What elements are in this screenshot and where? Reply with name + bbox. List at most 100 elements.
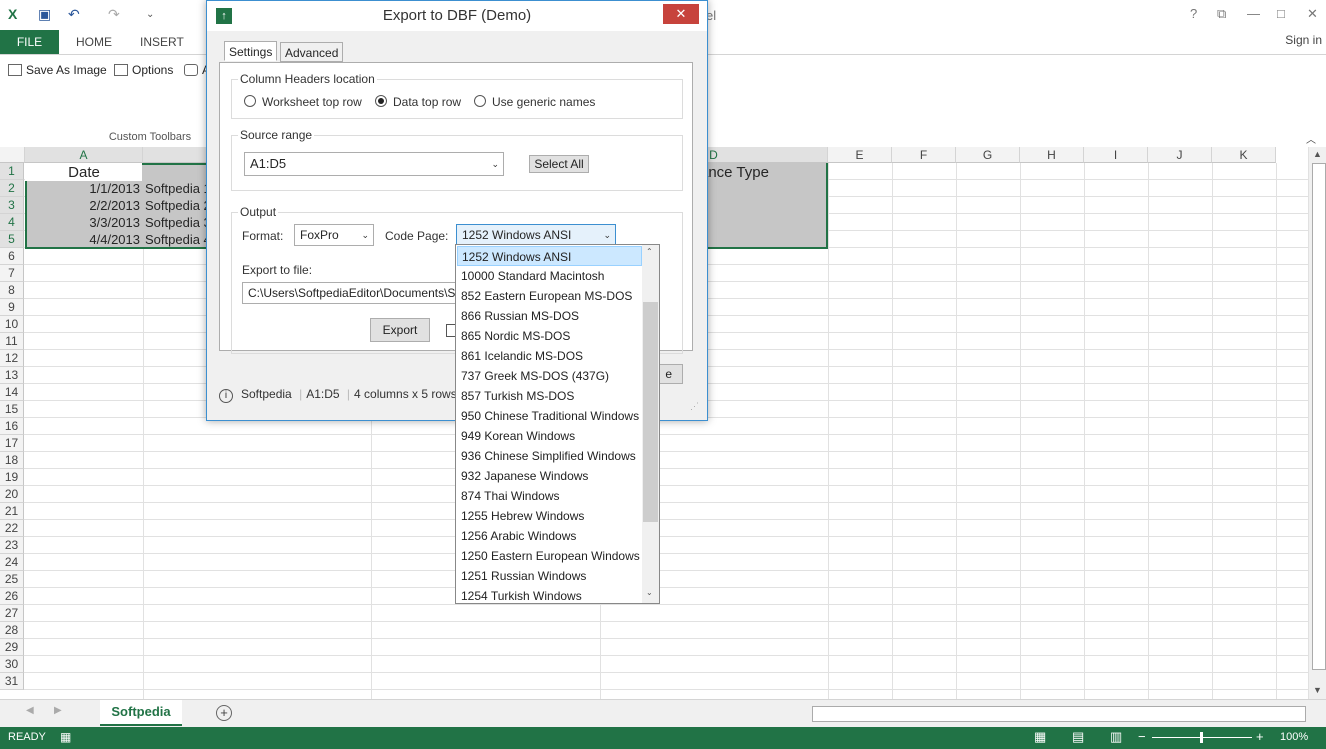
select-all-corner[interactable] bbox=[0, 147, 25, 163]
row-header-29[interactable]: 29 bbox=[0, 639, 24, 656]
macro-record-icon[interactable]: ▦ bbox=[60, 730, 71, 744]
code-page-option[interactable]: 1256 Arabic Windows bbox=[457, 526, 642, 546]
undo-icon[interactable]: ↶ bbox=[68, 6, 80, 23]
resize-grip-icon[interactable]: ⋰ bbox=[690, 401, 699, 412]
ribbon-display-options-icon[interactable]: ⧉ bbox=[1217, 6, 1226, 22]
dialog-close-button[interactable]: ✕ bbox=[663, 4, 699, 24]
row-header-28[interactable]: 28 bbox=[0, 622, 24, 639]
cell-date[interactable]: 1/1/2013 bbox=[27, 180, 140, 197]
code-page-option[interactable]: 1255 Hebrew Windows bbox=[457, 506, 642, 526]
row-header-15[interactable]: 15 bbox=[0, 401, 24, 418]
add-sheet-icon[interactable]: + bbox=[216, 705, 232, 721]
options-button[interactable]: Options bbox=[114, 61, 173, 79]
row-header-18[interactable]: 18 bbox=[0, 452, 24, 469]
column-header-i[interactable]: I bbox=[1084, 147, 1148, 163]
cell-name[interactable]: Softpedia 3 bbox=[145, 214, 207, 231]
column-header-k[interactable]: K bbox=[1212, 147, 1276, 163]
dialog-title-bar[interactable]: ↑ Export to DBF (Demo) ✕ bbox=[207, 1, 707, 31]
cell-date[interactable]: 4/4/2013 bbox=[27, 231, 140, 248]
minimize-icon[interactable]: — bbox=[1247, 6, 1260, 21]
row-header-13[interactable]: 13 bbox=[0, 367, 24, 384]
code-page-option[interactable]: 1252 Windows ANSI bbox=[457, 246, 642, 266]
save-icon[interactable]: ▣ bbox=[38, 6, 51, 23]
code-page-option[interactable]: 950 Chinese Traditional Windows bbox=[457, 406, 642, 426]
code-page-combo[interactable]: 1252 Windows ANSI ⌄ bbox=[456, 224, 616, 246]
cell-d1[interactable]: ance Type bbox=[700, 164, 826, 181]
row-header-5[interactable]: 5 bbox=[0, 231, 24, 248]
code-page-option[interactable]: 1250 Eastern European Windows bbox=[457, 546, 642, 566]
maximize-icon[interactable]: □ bbox=[1277, 6, 1285, 21]
code-page-option[interactable]: 874 Thai Windows bbox=[457, 486, 642, 506]
zoom-out-icon[interactable]: − bbox=[1138, 729, 1146, 744]
code-page-option[interactable]: 1254 Turkish Windows bbox=[457, 586, 642, 603]
code-page-option[interactable]: 865 Nordic MS-DOS bbox=[457, 326, 642, 346]
scroll-down-icon[interactable]: ⌄ bbox=[646, 588, 653, 597]
cell-name[interactable]: Softpedia 4 bbox=[145, 231, 207, 248]
prev-sheet-icon[interactable]: ◀ bbox=[26, 705, 34, 716]
scroll-down-icon[interactable]: ▼ bbox=[1313, 685, 1322, 695]
row-header-3[interactable]: 3 bbox=[0, 197, 24, 214]
close-window-icon[interactable]: ✕ bbox=[1307, 6, 1318, 22]
dropdown-scrollbar[interactable]: ⌃ ⌄ bbox=[642, 245, 659, 603]
column-header-h[interactable]: H bbox=[1020, 147, 1084, 163]
dropdown-scroll-thumb[interactable] bbox=[643, 302, 658, 522]
column-header-e[interactable]: E bbox=[828, 147, 892, 163]
vertical-scroll-thumb[interactable] bbox=[1312, 163, 1326, 670]
code-page-option[interactable]: 10000 Standard Macintosh bbox=[457, 266, 642, 286]
row-header-11[interactable]: 11 bbox=[0, 333, 24, 350]
row-header-25[interactable]: 25 bbox=[0, 571, 24, 588]
row-header-4[interactable]: 4 bbox=[0, 214, 24, 231]
column-header-g[interactable]: G bbox=[956, 147, 1020, 163]
radio-worksheet-top-row[interactable]: Worksheet top row bbox=[244, 95, 362, 109]
radio-use-generic-names[interactable]: Use generic names bbox=[474, 95, 595, 109]
zoom-in-icon[interactable]: + bbox=[1256, 729, 1264, 744]
scroll-up-icon[interactable]: ▲ bbox=[1313, 149, 1322, 159]
sign-in-link[interactable]: Sign in bbox=[1285, 30, 1322, 50]
code-page-dropdown-list[interactable]: 1252 Windows ANSI 10000 Standard Macintos… bbox=[455, 244, 660, 604]
page-break-preview-icon[interactable]: ▥ bbox=[1110, 729, 1122, 745]
tab-advanced[interactable]: Advanced bbox=[280, 42, 344, 62]
zoom-level[interactable]: 100% bbox=[1280, 731, 1308, 743]
format-combo[interactable]: FoxPro ⌄ bbox=[294, 224, 374, 246]
row-header-24[interactable]: 24 bbox=[0, 554, 24, 571]
vertical-scrollbar[interactable]: ▲ ▼ bbox=[1308, 147, 1326, 699]
code-page-option[interactable]: 932 Japanese Windows bbox=[457, 466, 642, 486]
cell-a1[interactable]: Date bbox=[28, 164, 140, 181]
export-button[interactable]: Export bbox=[370, 318, 430, 342]
code-page-option[interactable]: 866 Russian MS-DOS bbox=[457, 306, 642, 326]
row-header-8[interactable]: 8 bbox=[0, 282, 24, 299]
row-header-31[interactable]: 31 bbox=[0, 673, 24, 690]
row-header-17[interactable]: 17 bbox=[0, 435, 24, 452]
code-page-option[interactable]: 949 Korean Windows bbox=[457, 426, 642, 446]
row-header-27[interactable]: 27 bbox=[0, 605, 24, 622]
cell-name[interactable]: Softpedia 2 bbox=[145, 197, 207, 214]
cell-date[interactable]: 3/3/2013 bbox=[27, 214, 140, 231]
tab-home[interactable]: HOME bbox=[76, 30, 112, 54]
row-header-10[interactable]: 10 bbox=[0, 316, 24, 333]
row-header-21[interactable]: 21 bbox=[0, 503, 24, 520]
code-page-option[interactable]: 852 Eastern European MS-DOS bbox=[457, 286, 642, 306]
help-icon[interactable]: ? bbox=[1190, 6, 1197, 21]
column-header-a[interactable]: A bbox=[25, 147, 143, 163]
code-page-option[interactable]: 737 Greek MS-DOS (437G) bbox=[457, 366, 642, 386]
code-page-option[interactable]: 936 Chinese Simplified Windows bbox=[457, 446, 642, 466]
row-header-2[interactable]: 2 bbox=[0, 180, 24, 197]
tab-settings[interactable]: Settings bbox=[224, 41, 278, 61]
tab-file[interactable]: FILE bbox=[0, 30, 59, 54]
code-page-option[interactable]: 857 Turkish MS-DOS bbox=[457, 386, 642, 406]
row-header-9[interactable]: 9 bbox=[0, 299, 24, 316]
cell-name[interactable]: Softpedia 1 bbox=[145, 180, 207, 197]
radio-data-top-row[interactable]: Data top row bbox=[375, 95, 461, 109]
redo-icon[interactable]: ↷ bbox=[108, 6, 120, 23]
sheet-tab-softpedia[interactable]: Softpedia bbox=[100, 700, 182, 726]
row-header-26[interactable]: 26 bbox=[0, 588, 24, 605]
row-header-19[interactable]: 19 bbox=[0, 469, 24, 486]
horizontal-scrollbar[interactable] bbox=[812, 706, 1306, 722]
page-layout-icon[interactable]: ▤ bbox=[1072, 729, 1084, 745]
row-header-20[interactable]: 20 bbox=[0, 486, 24, 503]
collapse-ribbon-icon[interactable]: ︿ bbox=[1306, 131, 1316, 146]
row-header-30[interactable]: 30 bbox=[0, 656, 24, 673]
cell-date[interactable]: 2/2/2013 bbox=[27, 197, 140, 214]
select-all-button[interactable]: Select All bbox=[529, 155, 589, 173]
source-range-combo[interactable]: A1:D5 ⌄ bbox=[244, 152, 504, 176]
